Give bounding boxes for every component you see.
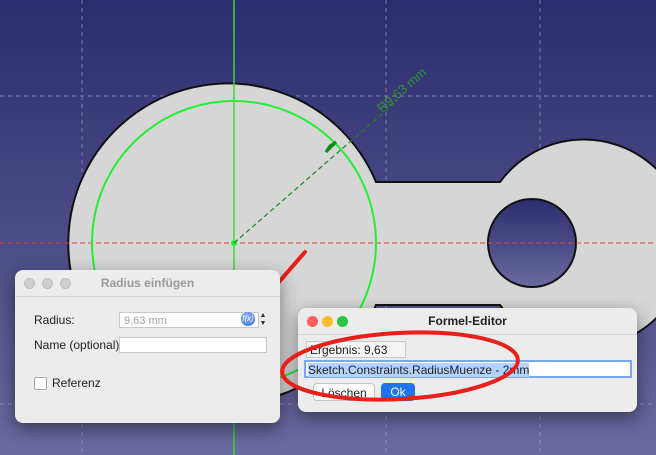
radius-stepper[interactable]: ▲ ▼ [258,312,268,328]
radius-input[interactable]: 9,63 mm [119,312,259,328]
formula-icon[interactable]: f(x) [241,312,255,326]
name-label: Name (optional) [34,338,120,352]
expression-text: Sketch.Constraints.RadiusMuenze - 2mm [308,363,530,377]
formula-editor-title: Formel-Editor [428,314,507,328]
formula-editor-dialog: Formel-Editor Ergebnis: 9,63 mm Sketch.C… [298,308,637,412]
reference-label: Referenz [52,376,101,390]
ok-button[interactable]: Ok [381,383,415,401]
radius-dialog: Radius einfügen Radius: 9,63 mm f(x) ▲ ▼ … [15,270,280,423]
name-input[interactable] [119,337,267,353]
result-display: Ergebnis: 9,63 mm [306,341,406,371]
reference-checkbox[interactable] [34,377,47,390]
radius-label: Radius: [34,313,75,327]
formula-editor-titlebar[interactable]: Formel-Editor [298,308,637,335]
radius-dialog-title: Radius einfügen [100,276,195,290]
radius-value: 9,63 mm [124,315,167,327]
expression-input[interactable]: Sketch.Constraints.RadiusMuenze - 2mm [304,360,632,378]
delete-button[interactable]: Löschen [313,383,375,401]
radius-dialog-titlebar[interactable]: Radius einfügen [15,270,280,297]
